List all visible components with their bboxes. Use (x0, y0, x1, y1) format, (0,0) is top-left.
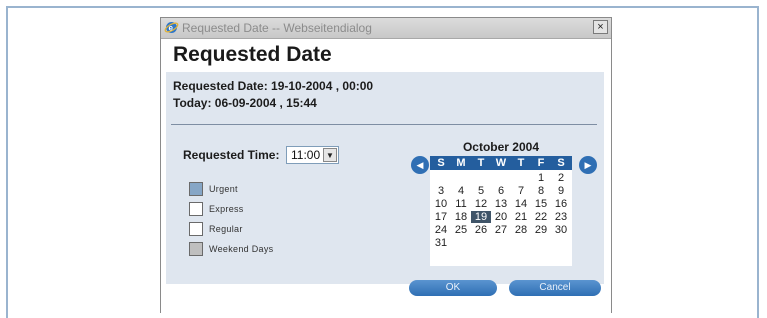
legend-swatch (189, 222, 203, 236)
svg-text:e: e (169, 24, 174, 33)
calendar-day[interactable]: 20 (491, 211, 511, 223)
legend-label: Urgent (209, 184, 238, 194)
calendar-day[interactable]: 12 (471, 198, 491, 210)
calendar-day[interactable]: 21 (511, 211, 531, 223)
calendar-day[interactable]: 6 (491, 185, 511, 197)
close-button[interactable]: × (593, 20, 608, 34)
calendar-day[interactable]: 15 (531, 198, 551, 210)
legend-label: Express (209, 204, 244, 214)
calendar-day[interactable]: 14 (511, 198, 531, 210)
weekday-label: T (477, 157, 485, 169)
calendar-month-label: October 2004 (462, 140, 540, 154)
calendar-day[interactable]: 3 (431, 185, 451, 197)
weekday-label: W (495, 157, 507, 169)
ie-icon: e (164, 22, 179, 33)
legend-swatch (189, 202, 203, 216)
calendar-day[interactable]: 16 (551, 198, 571, 210)
requested-time-label: Requested Time: (183, 148, 280, 162)
weekday-label: F (537, 157, 545, 169)
calendar-day[interactable]: 30 (551, 224, 571, 236)
dialog-titlebar: e Requested Date -- Webseitendialog × (161, 18, 611, 39)
legend-label: Regular (209, 224, 243, 234)
calendar-day-selected[interactable]: 19 (471, 211, 491, 223)
calendar-day[interactable]: 10 (431, 198, 451, 210)
calendar-day[interactable]: 23 (551, 211, 571, 223)
legend-swatch (189, 182, 203, 196)
legend-label: Weekend Days (209, 244, 274, 254)
weekday-label: S (557, 157, 565, 169)
calendar-day[interactable]: 13 (491, 198, 511, 210)
calendar-day[interactable]: 27 (491, 224, 511, 236)
calendar-grid: S M T W T F S 1 2 3 4 5 6 7 8 9 10 11 12 13 14 15 16 17 1… (430, 156, 572, 266)
calendar-day[interactable]: 25 (451, 224, 471, 236)
requested-time-value: 11:00 (291, 148, 321, 162)
calendar-day[interactable]: 11 (451, 198, 471, 210)
prev-month-icon[interactable]: ◀ (411, 156, 429, 174)
divider (171, 124, 597, 125)
calendar-day[interactable]: 9 (551, 185, 571, 197)
cancel-button[interactable]: Cancel (509, 280, 601, 296)
requested-date-info: Requested Date: 19-10-2004 , 00:00 (173, 79, 374, 93)
calendar-day[interactable]: 26 (471, 224, 491, 236)
dialog-title: Requested Date -- Webseitendialog (182, 21, 372, 35)
calendar-day[interactable]: 29 (531, 224, 551, 236)
page-title: Requested Date (173, 43, 332, 66)
calendar-day[interactable]: 5 (471, 185, 491, 197)
calendar-day[interactable]: 28 (511, 224, 531, 236)
content-panel: Requested Date: 19-10-2004 , 00:00 Today… (166, 72, 604, 284)
calendar-day[interactable]: 17 (431, 211, 451, 223)
ok-button[interactable]: OK (409, 280, 497, 296)
weekday-label: T (517, 157, 525, 169)
weekday-label: M (456, 157, 466, 169)
calendar-day[interactable]: 7 (511, 185, 531, 197)
legend-swatch (189, 242, 203, 256)
weekday-label: S (437, 157, 445, 169)
calendar-day[interactable]: 4 (451, 185, 471, 197)
today-info: Today: 06-09-2004 , 15:44 (173, 96, 317, 110)
calendar-day[interactable]: 24 (431, 224, 451, 236)
requested-date-dialog: e Requested Date -- Webseitendialog × Re… (160, 17, 612, 313)
calendar-day[interactable]: 31 (431, 237, 451, 249)
calendar-day[interactable]: 2 (551, 172, 571, 184)
chevron-down-icon[interactable]: ▼ (323, 148, 337, 162)
requested-time-select[interactable]: 11:00 ▼ (286, 146, 339, 164)
calendar-day[interactable]: 1 (531, 172, 551, 184)
calendar-day[interactable]: 18 (451, 211, 471, 223)
calendar-day[interactable]: 22 (531, 211, 551, 223)
calendar-weekday-header: S M T W T F S (430, 156, 572, 170)
next-month-icon[interactable]: ▶ (579, 156, 597, 174)
calendar-day[interactable]: 8 (531, 185, 551, 197)
